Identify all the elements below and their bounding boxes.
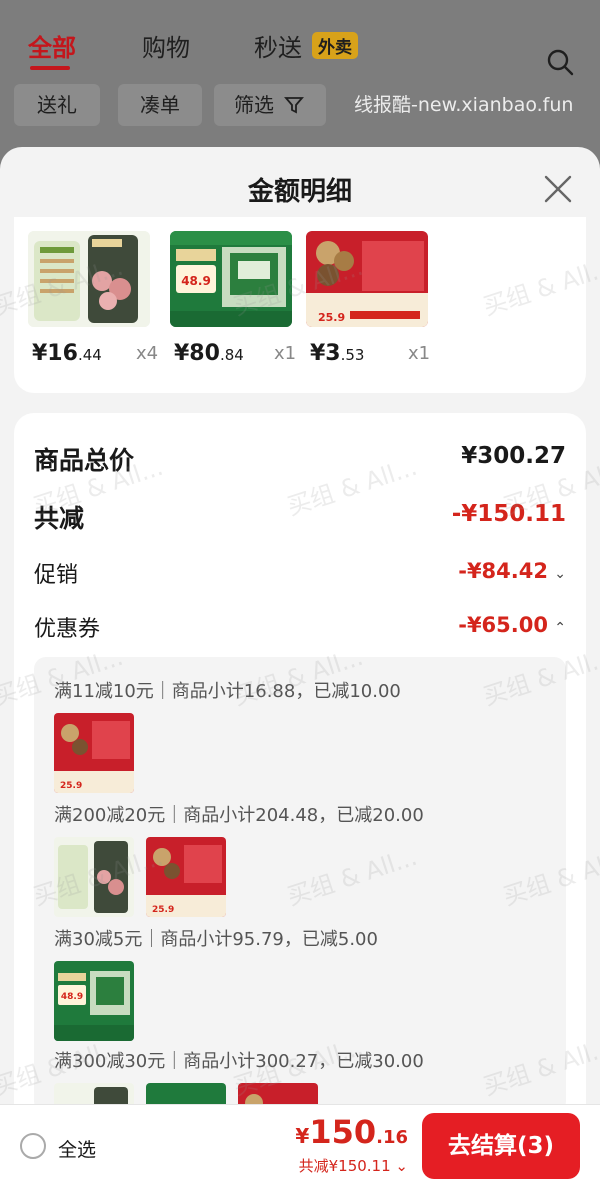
product-price: ¥16.44: [32, 341, 102, 366]
select-all-radio[interactable]: [20, 1133, 46, 1159]
waimai-badge: 外卖: [312, 32, 358, 59]
total-saved: 共减¥150.11: [298, 1157, 391, 1175]
top-tabs: 全部 购物 秒送 外卖: [0, 18, 600, 76]
thumb-price-tag: 25.9: [152, 905, 174, 915]
promo-label: 促销: [34, 563, 79, 588]
chip-filter[interactable]: 筛选: [214, 84, 326, 126]
thumb-price-tag: 25.9: [60, 781, 82, 791]
checkout-button[interactable]: 去结算(3): [422, 1113, 580, 1179]
total-payable-int: 150: [309, 1113, 377, 1151]
product-image: 48.9: [170, 231, 292, 327]
chip-filter-label: 筛选: [234, 93, 274, 117]
tab-underline: [30, 66, 70, 70]
total-discount-label: 共减: [34, 504, 85, 533]
coupon-line: 满30减5元｜商品小计95.79，已减5.00: [54, 929, 378, 950]
promo-row[interactable]: -¥84.42 ⌄: [458, 559, 566, 583]
filter-icon: [284, 97, 305, 114]
total-discount-value: -¥150.11: [451, 501, 566, 527]
tab-miaosong[interactable]: 秒送: [254, 28, 302, 63]
product-price: ¥80.84: [174, 341, 244, 366]
coupon-line: 满11减10元｜商品小计16.88，已减10.00: [54, 681, 401, 702]
total-payable: ¥150.16: [295, 1113, 408, 1151]
currency-symbol: ¥: [295, 1124, 310, 1148]
product-item[interactable]: 25.9 ¥3.53 x1: [292, 231, 430, 381]
product-price: ¥3.53: [310, 341, 365, 366]
thumb-price-tag: 48.9: [61, 992, 83, 1002]
product-image: 25.9: [306, 231, 428, 327]
coupon-label: 优惠券: [34, 617, 101, 642]
chip-gift[interactable]: 送礼: [14, 84, 100, 126]
amount-detail-sheet: 金额明细 ¥16.44 x4 48.9 ¥80.84 x1 25.9 ¥3.53…: [0, 147, 600, 1187]
total-saved-toggle[interactable]: 共减¥150.11 ⌄: [299, 1155, 408, 1176]
price-detail-card: 商品总价 ¥300.27 共减 -¥150.11 促销 -¥84.42 ⌄ 优惠券…: [14, 413, 586, 1113]
chip-combine[interactable]: 凑单: [118, 84, 202, 126]
chevron-up-icon: ⌃: [554, 620, 566, 636]
coupon-value: -¥65.00: [458, 613, 548, 637]
product-item[interactable]: ¥16.44 x4: [14, 231, 158, 381]
coupon-product-thumb: 25.9: [54, 713, 134, 793]
search-icon[interactable]: [546, 48, 574, 76]
coupon-breakdown: 满11减10元｜商品小计16.88，已减10.00 25.9 满200减20元｜…: [34, 657, 566, 1113]
product-image: [28, 231, 150, 327]
milk-thumb: 48.9: [54, 961, 134, 1041]
gift-box-product-image: 25.9: [306, 231, 428, 327]
meat-thumb: [54, 837, 134, 917]
coupon-line: 满200减20元｜商品小计204.48，已减20.00: [54, 805, 424, 826]
milk-price-tag: 48.9: [181, 274, 211, 288]
total-price-label: 商品总价: [34, 446, 135, 475]
meat-product-image: [28, 231, 150, 327]
gift-price-tag: 25.9: [318, 311, 345, 324]
gift-box-thumb: 25.9: [146, 837, 226, 917]
close-icon[interactable]: [540, 171, 576, 207]
product-qty: x4: [136, 343, 159, 364]
product-strip: ¥16.44 x4 48.9 ¥80.84 x1 25.9 ¥3.53 x1: [14, 217, 586, 393]
chevron-down-icon: ⌄: [554, 566, 566, 582]
total-price-value: ¥300.27: [461, 443, 566, 469]
checkout-bar: 全选 ¥150.16 共减¥150.11 ⌄ 去结算(3): [0, 1104, 600, 1187]
sheet-title: 金额明细: [247, 177, 352, 207]
product-item[interactable]: 48.9 ¥80.84 x1: [156, 231, 296, 381]
total-payable-dec: .16: [376, 1127, 408, 1148]
site-watermark: 线报酷-new.xianbao.fun: [354, 94, 574, 116]
coupon-row[interactable]: -¥65.00 ⌃: [458, 613, 566, 637]
chevron-down-icon: ⌄: [395, 1157, 408, 1175]
coupon-product-thumb: [54, 837, 134, 917]
promo-value: -¥84.42: [458, 559, 548, 583]
product-qty: x1: [408, 343, 431, 364]
coupon-product-thumb: 25.9: [146, 837, 226, 917]
coupon-line: 满300减30元｜商品小计300.27，已减30.00: [54, 1051, 424, 1072]
gift-box-thumb: 25.9: [54, 713, 134, 793]
milk-product-image: 48.9: [170, 231, 292, 327]
tab-shopping[interactable]: 购物: [142, 28, 190, 63]
tab-all[interactable]: 全部: [28, 28, 76, 63]
select-all-label[interactable]: 全选: [58, 1135, 96, 1162]
coupon-product-thumb: 48.9: [54, 961, 134, 1041]
